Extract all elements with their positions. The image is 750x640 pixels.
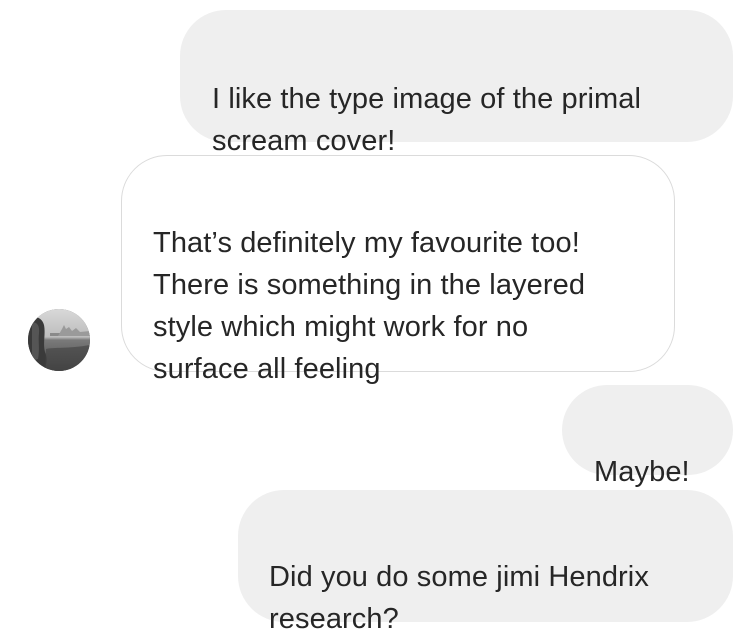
outgoing-message-bubble[interactable]: Did you do some jimi Hendrix research? <box>238 490 733 635</box>
message-text: I like the type image of the primal scre… <box>212 83 642 157</box>
message-thread: I like the type image of the primal scre… <box>0 0 750 635</box>
message-text: That’s definitely my favourite too! Ther… <box>153 227 586 385</box>
message-text: Maybe! <box>594 456 690 488</box>
outgoing-message-bubble[interactable]: Maybe! <box>562 385 733 488</box>
user-avatar-photo-icon <box>28 309 90 371</box>
sender-avatar[interactable] <box>28 309 90 371</box>
incoming-message-bubble[interactable]: That’s definitely my favourite too! Ther… <box>121 155 675 385</box>
message-text: Did you do some jimi Hendrix research? <box>269 561 649 635</box>
outgoing-message-bubble[interactable]: I like the type image of the primal scre… <box>180 10 733 157</box>
